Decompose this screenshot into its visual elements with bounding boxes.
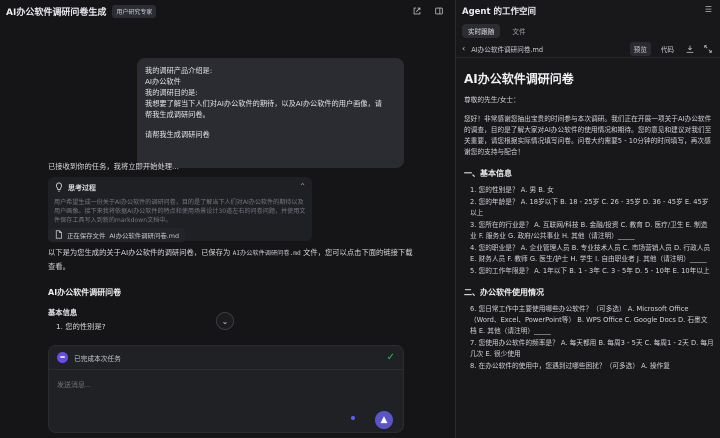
share-icon[interactable] bbox=[411, 5, 423, 17]
bubble-line: 我想要了解当下人们对AI办公软件的期待，以及AI办公软件的用户画像，请 bbox=[145, 99, 382, 108]
menu-icon[interactable]: ☰ bbox=[705, 5, 712, 14]
expand-icon[interactable] bbox=[702, 43, 714, 55]
robot-icon bbox=[57, 352, 68, 363]
scroll-down-button[interactable]: ⌄ bbox=[216, 312, 234, 330]
download-icon[interactable] bbox=[684, 43, 696, 55]
doc-list: 1. 您的性别是？ A. 男 B. 女 2. 您的年龄是？ A. 18岁以下 B… bbox=[464, 185, 714, 277]
doc-h1: AI办公软件调研问卷 bbox=[464, 72, 574, 86]
list-item: 6. 您日常工作中主要使用哪些办公软件？（可多选） A. Microsoft O… bbox=[470, 305, 708, 335]
preview-button[interactable]: 预览 bbox=[629, 41, 651, 56]
thinking-title: 思考过程 bbox=[68, 184, 96, 192]
check-icon: ✓ bbox=[386, 352, 395, 363]
list-item: 4. 您的职业是？ A. 企业管理人员 B. 专业技术人员 C. 市场营销人员 … bbox=[470, 244, 711, 263]
doc-section-title: 一、基本信息 bbox=[464, 169, 512, 178]
list-item: 5. 您的工作年限是？ A. 1年以下 B. 1 - 3年 C. 3 - 5年 … bbox=[470, 267, 710, 275]
workspace-panel: Agent 的工作空间 ☰ 实时跟随 文件 ‹ AI办公软件调研问卷.md 预览… bbox=[456, 0, 720, 438]
bubble-line: AI办公软件 bbox=[145, 77, 181, 86]
bubble-line: 请帮我生成调研问卷 bbox=[145, 130, 210, 139]
task-done-text: 已完成本次任务 bbox=[74, 354, 121, 363]
file-name: AI办公软件调研问卷.md bbox=[471, 45, 544, 54]
send-icon: ▲ bbox=[380, 415, 388, 425]
task-status-bar: 已完成本次任务 ✓ bbox=[49, 346, 403, 370]
list-item: 7. 您使用办公软件的频率是？ A. 每天都用 B. 每周3 - 5天 C. 每… bbox=[470, 339, 714, 358]
bubble-line: 帮我生成调研问卷。 bbox=[145, 110, 210, 119]
chevron-up-icon[interactable]: ⌃ bbox=[299, 182, 306, 191]
chat-top-actions bbox=[411, 5, 445, 17]
workspace-tabs: 实时跟随 文件 bbox=[456, 22, 720, 40]
result-prefix: 以下是为您生成的关于AI办公软件的调研问卷，已保存为 bbox=[48, 248, 231, 257]
workspace-topbar: Agent 的工作空间 ☰ bbox=[456, 0, 720, 22]
file-icon bbox=[54, 229, 63, 241]
message-input[interactable] bbox=[57, 378, 347, 392]
preview-document: AI办公软件调研问卷 尊敬的先生/女士： 您好！非常感谢您抽出宝贵的时间参与本次… bbox=[464, 66, 714, 438]
assistant-result-message: 以下是为您生成的关于AI办公软件的调研问卷，已保存为 AI办公软件调研问卷.md… bbox=[48, 246, 418, 273]
list-item: 2. 您的年龄是？ A. 18岁以下 B. 18 - 25岁 C. 26 - 3… bbox=[470, 198, 709, 217]
file-toolbar: ‹ AI办公软件调研问卷.md 预览 代码 bbox=[456, 40, 720, 58]
code-button[interactable]: 代码 bbox=[657, 42, 678, 56]
doc-intro: 您好！非常感谢您抽出宝贵的时间参与本次调研。我们正在开展一项关于AI办公软件的调… bbox=[464, 115, 712, 156]
bubble-gap bbox=[145, 120, 396, 129]
result-file-link[interactable]: AI办公软件调研问卷.md bbox=[233, 250, 301, 257]
bulb-icon bbox=[54, 182, 64, 194]
doc-section-title: 二、办公软件使用情况 bbox=[464, 288, 544, 297]
chevron-left-icon[interactable]: ‹ bbox=[462, 44, 465, 53]
tab-live-follow[interactable]: 实时跟随 bbox=[462, 24, 501, 38]
doc-greeting: 尊敬的先生/女士： bbox=[464, 96, 520, 104]
saving-file-chip[interactable]: 正在保存文件 AI办公软件调研问卷.md bbox=[48, 228, 186, 242]
bubble-line: 我的调研目的是: bbox=[145, 88, 198, 97]
chat-area: 我的调研产品介绍是: AI办公软件 我的调研目的是: 我想要了解当下人们对AI办… bbox=[0, 22, 456, 438]
tab-files[interactable]: 文件 bbox=[506, 24, 531, 38]
toggle-workspace-icon[interactable] bbox=[433, 5, 445, 17]
send-button[interactable]: ▲ bbox=[375, 411, 393, 429]
composer: 已完成本次任务 ✓ ▲ bbox=[48, 345, 404, 433]
list-item: 8. 在办公软件的使用中，您遇到过哪些困扰？（可多选） A. 操作复 bbox=[470, 362, 670, 370]
generated-doc-title: AI办公软件调研问卷 bbox=[48, 288, 122, 297]
thinking-header[interactable]: 思考过程 bbox=[54, 182, 306, 194]
workspace-title: Agent 的工作空间 bbox=[462, 7, 537, 17]
bubble-line: 我的调研产品介绍是: bbox=[145, 66, 213, 75]
assistant-status-message: 已接收到你的任务，我将立即开始处理... bbox=[48, 162, 180, 171]
role-tag: 用户研究专家 bbox=[112, 4, 157, 18]
chat-title: AI办公软件调研问卷生成 bbox=[6, 7, 107, 18]
generated-question: 1. 您的性别是? bbox=[56, 322, 106, 331]
saving-label: 正在保存文件 bbox=[67, 231, 106, 240]
list-item: 1. 您的性别是？ A. 男 B. 女 bbox=[470, 186, 554, 194]
file-actions: 预览 代码 bbox=[629, 41, 714, 56]
saving-filename: AI办公软件调研问卷.md bbox=[109, 231, 180, 240]
chevron-down-icon: ⌄ bbox=[221, 316, 229, 326]
app: AI办公软件调研问卷生成 用户研究专家 我的调研产品介绍是: AI办公软件 我的… bbox=[0, 0, 720, 438]
chat-topbar: AI办公软件调研问卷生成 用户研究专家 bbox=[0, 0, 455, 22]
list-item: 3. 您所在的行业是？ A. 互联网/科技 B. 金融/投资 C. 教育 D. … bbox=[470, 221, 708, 240]
doc-list: 6. 您日常工作中主要使用哪些办公软件？（可多选） A. Microsoft O… bbox=[464, 304, 714, 372]
thinking-body: 用户希望生成一份关于AI办公软件的调研问卷，目的是了解当下人们对AI办公软件的期… bbox=[54, 199, 306, 224]
chat-panel: AI办公软件调研问卷生成 用户研究专家 我的调研产品介绍是: AI办公软件 我的… bbox=[0, 0, 456, 438]
generated-section-title: 基本信息 bbox=[48, 308, 78, 317]
user-message-bubble: 我的调研产品介绍是: AI办公软件 我的调研目的是: 我想要了解当下人们对AI办… bbox=[137, 58, 404, 168]
indicator-dot bbox=[351, 416, 355, 420]
